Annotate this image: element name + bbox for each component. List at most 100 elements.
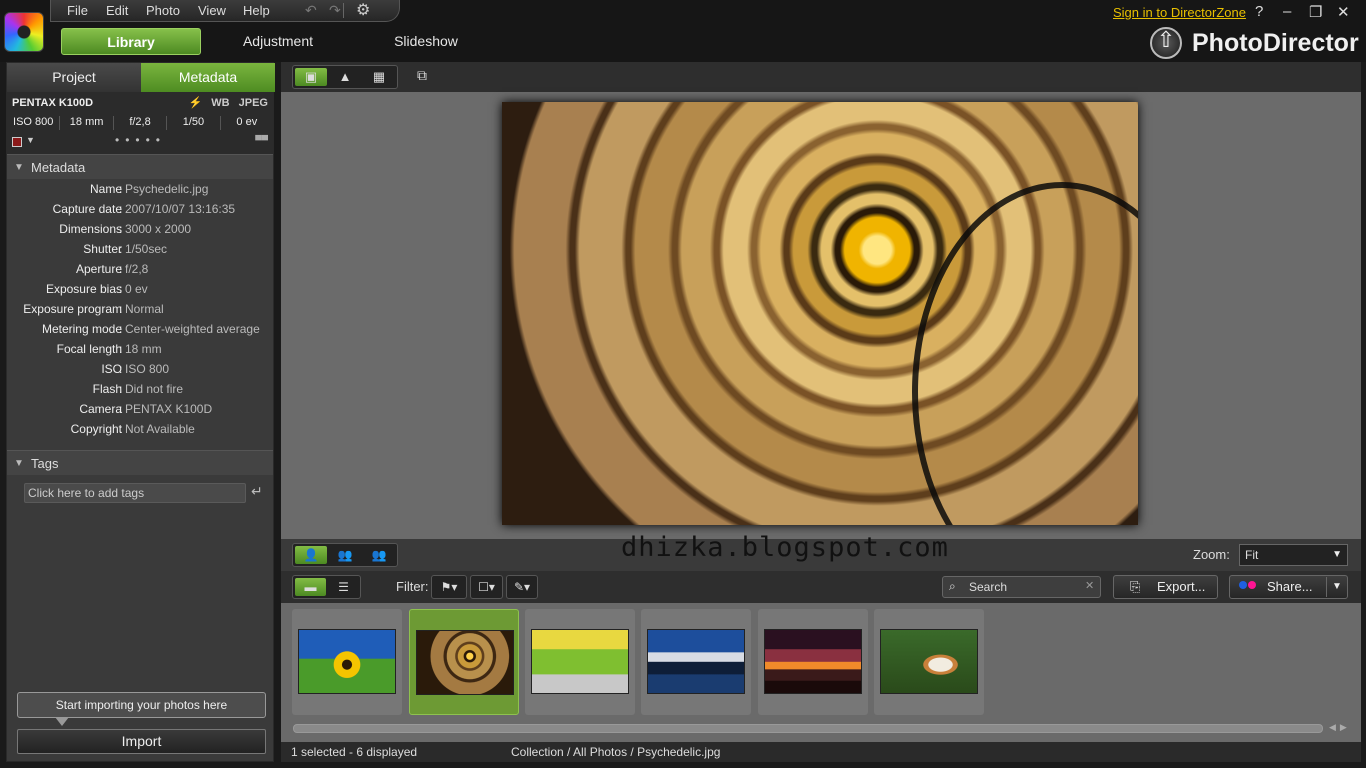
compare-view-icon[interactable]: ⧉ [417, 67, 427, 84]
exif-shutter: 1/50 [167, 116, 221, 130]
list-view-icon[interactable]: ☰ [328, 578, 359, 596]
collapse-triangle-icon[interactable]: ▼ [14, 155, 24, 180]
undo-icon[interactable]: ↶ [305, 2, 317, 19]
zoom-select[interactable]: Fit ▼ [1239, 544, 1348, 566]
sign-in-link[interactable]: Sign in to DirectorZone [1113, 5, 1246, 20]
thumbnail-mountain-lake[interactable] [641, 609, 751, 715]
export-button[interactable]: Export... [1113, 575, 1218, 599]
label-filter-dropdown[interactable]: ☐▾ [470, 575, 503, 599]
exif-exposure-bias: 0 ev [236, 116, 258, 128]
zoom-value: Fit [1245, 548, 1259, 562]
metadata-row: Focal length:18 mm [7, 342, 273, 362]
adjustment-mode-button[interactable]: Adjustment [214, 28, 342, 55]
metadata-key: Aperture [75, 262, 122, 276]
metadata-value: Normal [125, 302, 164, 316]
menu-file[interactable]: File [67, 3, 88, 18]
camera-model: PENTAX K100D [12, 97, 94, 109]
thumbnail-psychedelic[interactable] [409, 609, 519, 715]
scroll-arrows-icon[interactable]: ◀▶ [1329, 722, 1351, 733]
breadcrumb-path: Collection / All Photos / Psychedelic.jp… [511, 745, 721, 759]
chevron-down-icon[interactable]: ▼ [1332, 581, 1342, 592]
metadata-colon: : [119, 402, 123, 416]
thumbnail-view-icon[interactable]: ▬ [295, 578, 326, 596]
help-button[interactable]: ? [1255, 3, 1263, 20]
filmstrip-view-icon[interactable]: ▣ [295, 68, 327, 86]
single-view-icon[interactable]: ▲ [329, 68, 361, 86]
close-button[interactable]: ✕ [1337, 3, 1350, 21]
restore-button[interactable]: ❐ [1309, 3, 1322, 21]
exif-aperture: f/2,8 [114, 116, 168, 130]
edit-filter-dropdown[interactable]: ✎▾ [506, 575, 538, 599]
tab-metadata[interactable]: Metadata [141, 63, 275, 92]
minimize-button[interactable]: – [1283, 3, 1291, 20]
thumbnail-cat[interactable] [874, 609, 984, 715]
upgrade-arrow-icon[interactable] [1150, 27, 1182, 59]
menu-help[interactable]: Help [243, 3, 270, 18]
metadata-key: Exposure bias [45, 282, 122, 296]
thumbnail-field-bicycle[interactable] [525, 609, 635, 715]
metadata-row: Capture date:2007/10/07 13:16:35 [7, 202, 273, 222]
metadata-key: Exposure program [23, 302, 122, 316]
two-people-icon[interactable]: 👥 [329, 546, 361, 564]
add-tag-input[interactable]: Click here to add tags [24, 483, 246, 503]
metadata-value: Not Available [125, 422, 195, 436]
tags-section-header[interactable]: ▼ Tags [7, 450, 273, 475]
thumbnail-image [298, 629, 396, 694]
metadata-value: Did not fire [125, 382, 184, 396]
view-mode-group: ▣ ▲ ▦ [292, 65, 398, 89]
import-button[interactable]: Import [17, 729, 266, 754]
flag-filter-dropdown[interactable]: ⚑▾ [431, 575, 467, 599]
clear-search-icon[interactable]: ✕ [1085, 579, 1094, 592]
spiral-railing [912, 182, 1138, 525]
metadata-colon: : [119, 242, 123, 256]
thumbnail-sunflower[interactable] [292, 609, 402, 715]
filter-label: Filter: [396, 579, 429, 594]
metadata-row: Copyright: Not Available [7, 422, 273, 442]
menu-photo[interactable]: Photo [146, 3, 180, 18]
menu-view[interactable]: View [198, 3, 226, 18]
metadata-section-header[interactable]: ▼ Metadata [7, 154, 273, 179]
metadata-key: Capture date [52, 202, 122, 216]
star-rating[interactable]: ••••• [115, 133, 166, 147]
settings-gear-icon[interactable]: ⚙ [356, 0, 370, 20]
people-filter-group: 👤 👥 👥 [292, 543, 398, 567]
horizontal-scrollbar[interactable] [293, 724, 1323, 733]
app-logo-icon[interactable] [4, 12, 44, 52]
export-icon: ⎘ [1130, 579, 1141, 594]
color-label-dropdown-icon[interactable]: ▼ [26, 135, 35, 145]
metadata-key: Copyright [70, 422, 122, 436]
main-area: ▣ ▲ ▦ ⧉ 👤 👥 👥 dhizka.blogspot.com Zoom: … [281, 62, 1361, 762]
flickr-icon [1239, 581, 1259, 591]
menu-edit[interactable]: Edit [106, 3, 128, 18]
redo-icon[interactable]: ↷ [329, 2, 341, 19]
main-photo[interactable] [502, 102, 1138, 525]
color-label-swatch[interactable] [12, 137, 22, 147]
slideshow-mode-button[interactable]: Slideshow [366, 28, 486, 55]
thumbnail-image [764, 629, 862, 694]
camera-info-strip: PENTAX K100D ⚡ WB JPEG ISO 800 18 mm f/2… [7, 92, 273, 154]
thumbnail-image [531, 629, 629, 694]
metadata-colon: : [119, 362, 123, 376]
metadata-value: 2007/10/07 13:16:35 [125, 202, 236, 216]
collapse-triangle-icon[interactable]: ▼ [14, 451, 24, 476]
single-person-icon[interactable]: 👤 [295, 546, 327, 564]
metadata-value: ISO 800 [125, 362, 170, 376]
metadata-key: Dimensions [59, 222, 122, 236]
tab-project[interactable]: Project [7, 63, 141, 92]
status-bar: 1 selected - 6 displayed Collection / Al… [281, 742, 1361, 762]
thumbnail-sunset[interactable] [758, 609, 868, 715]
filmstrip: ◀▶ [281, 603, 1361, 742]
search-icon: ⌕ [949, 579, 956, 593]
thumbnail-image [416, 630, 514, 695]
group-people-icon[interactable]: 👥 [363, 546, 395, 564]
flash-icon: ⚡ [188, 97, 203, 109]
flag-icon[interactable]: ▀▀ [255, 135, 268, 145]
thumbnail-layout-group: ▬ ☰ [292, 575, 361, 599]
search-input[interactable]: Search [942, 576, 1101, 598]
metadata-row: Dimensions:3000 x 2000 [7, 222, 273, 242]
grid-view-icon[interactable]: ▦ [363, 68, 395, 86]
metadata-value: 3000 x 2000 [125, 222, 192, 236]
library-mode-button[interactable]: Library [61, 28, 201, 55]
enter-icon[interactable]: ↵ [251, 483, 263, 500]
metadata-row: Shutter:1/50sec [7, 242, 273, 262]
